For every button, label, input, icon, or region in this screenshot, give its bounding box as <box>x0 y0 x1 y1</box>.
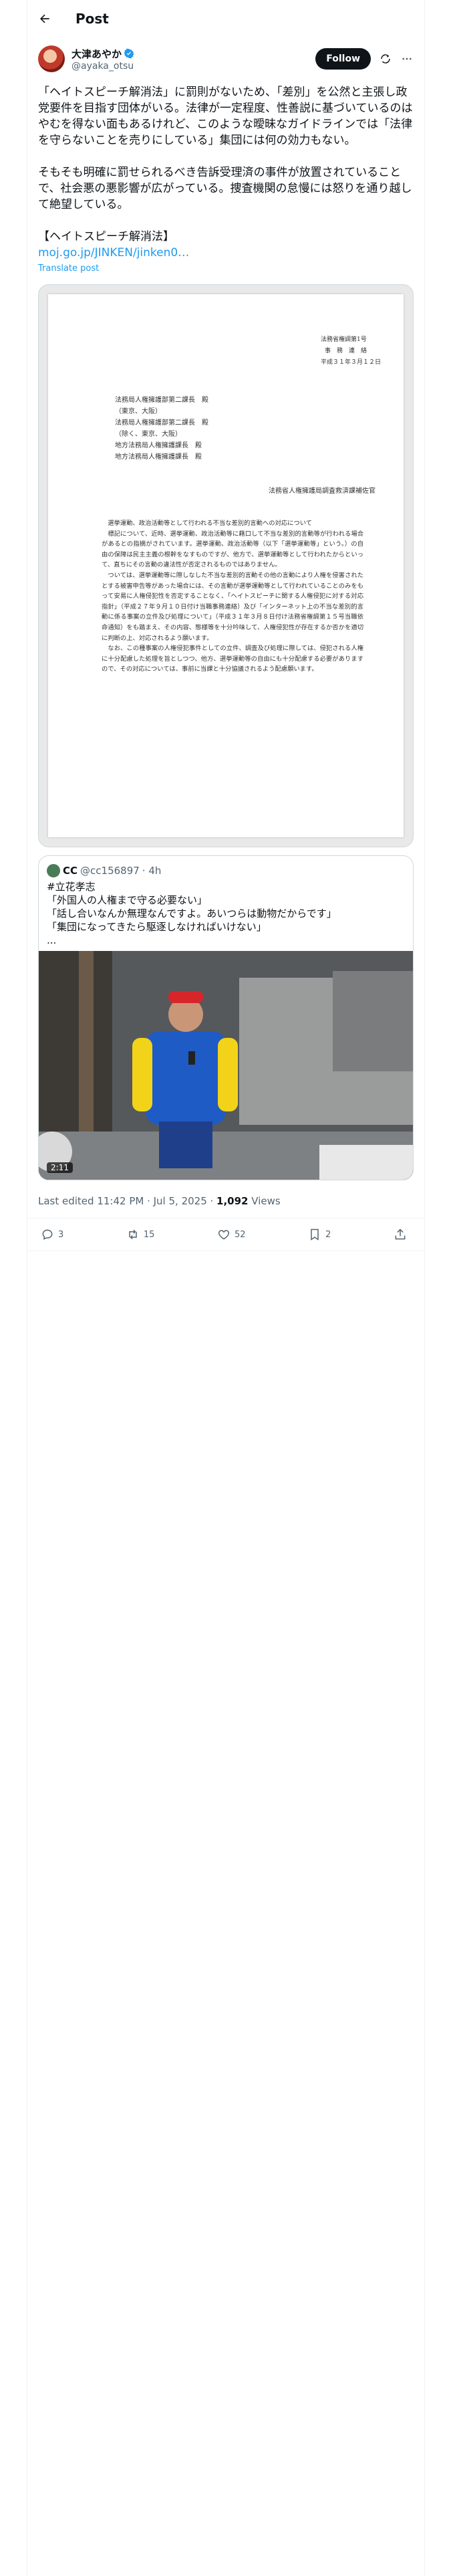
quoted-avatar <box>47 864 60 877</box>
repost-count: 15 <box>143 1229 155 1240</box>
document-number: 法務省権調第1号 <box>320 336 367 343</box>
main-column: Post 大津あやか @ayaka_otsu Follow 「ヘイトスピーチ解消… <box>27 0 425 2576</box>
bookmark-count: 2 <box>325 1229 331 1240</box>
post-text-2: そもそも明確に罰せられるべき告訴受理済の事件が放置されていることで、社会悪の悪影… <box>38 166 412 211</box>
avatar[interactable] <box>38 45 65 72</box>
document-title: 事 務 連 絡 <box>324 348 367 354</box>
repost-icon <box>129 1229 137 1240</box>
post-text-1: 「ヘイトスピーチ解消法」に罰則がないため、「差別」を公然と主張し政党要件を目指す… <box>38 86 413 147</box>
quoted-time: · 4h <box>142 865 162 877</box>
share-icon <box>395 1228 406 1240</box>
quoted-post-header: CC @cc156897 · 4h <box>39 856 413 877</box>
post-meta: Last edited 11:42 PM · Jul 5, 2025 · 1,0… <box>27 1180 424 1218</box>
more-options-icon[interactable] <box>400 52 414 66</box>
verified-badge-icon <box>124 48 134 59</box>
like-count: 52 <box>234 1229 246 1240</box>
quoted-author-name: CC <box>63 865 78 877</box>
video-frame <box>39 951 413 1180</box>
document-recipients: 法務局人権擁護部第二課長 殿 （東京、大阪） 法務局人権擁護部第二課長 殿 （除… <box>115 397 208 461</box>
bookmark-icon <box>311 1228 319 1241</box>
quoted-author-handle: @cc156897 <box>80 865 140 877</box>
back-arrow-icon[interactable] <box>38 12 51 25</box>
video-duration: 2:11 <box>47 1162 73 1173</box>
quoted-post[interactable]: CC @cc156897 · 4h #立花孝志 「外国人の人権まで守る必要ない」… <box>38 855 414 1180</box>
reply-count: 3 <box>58 1229 64 1240</box>
author-names: 大津あやか @ayaka_otsu <box>71 47 315 72</box>
quoted-post-text: #立花孝志 「外国人の人権まで守る必要ない」 「話し合いなんか無理なんですよ。あ… <box>47 881 337 946</box>
document-date: 平成３１年３月１２日 <box>320 359 381 366</box>
views-count: 1,092 <box>216 1195 249 1207</box>
heart-icon <box>218 1230 229 1240</box>
quoted-video[interactable]: 2:11 <box>39 951 413 1180</box>
attached-document-image[interactable]: 法務省権調第1号 事 務 連 絡 平成３１年３月１２日 法務局人権擁護部第二課長… <box>38 284 414 847</box>
like-button[interactable]: 52 <box>217 1228 246 1241</box>
post-link[interactable]: moj.go.jp/JINKEN/jinken0… <box>27 245 424 261</box>
bookmark-button[interactable]: 2 <box>308 1228 331 1241</box>
top-bar: Post <box>27 0 424 37</box>
repost-button[interactable]: 15 <box>126 1228 155 1241</box>
follow-button[interactable]: Follow <box>315 48 371 70</box>
document-header: 法務省権調第1号 事 務 連 絡 平成３１年３月１２日 <box>321 334 381 368</box>
reply-icon <box>42 1229 53 1240</box>
post-text-3: 【ヘイトスピーチ解消法】 <box>38 230 174 243</box>
document-sender: 法務省人権擁護局調査救済課補佐官 <box>269 488 375 495</box>
edited-timestamp[interactable]: Last edited 11:42 PM · Jul 5, 2025 · <box>38 1195 216 1207</box>
document-body: 選挙運動、政治活動等として行われる不当な差別的言動への対応について 標記について… <box>102 520 363 673</box>
author-row: 大津あやか @ayaka_otsu Follow <box>27 37 424 78</box>
author-handle[interactable]: @ayaka_otsu <box>71 61 315 72</box>
grok-icon[interactable] <box>379 52 392 66</box>
views-label: Views <box>248 1195 281 1207</box>
action-bar: 3 15 52 2 <box>27 1218 424 1251</box>
reply-button[interactable]: 3 <box>41 1228 63 1241</box>
translate-post-link[interactable]: Translate post <box>27 261 424 274</box>
author-name[interactable]: 大津あやか <box>71 47 122 61</box>
share-button[interactable] <box>394 1228 411 1241</box>
document-page: 法務省権調第1号 事 務 連 絡 平成３１年３月１２日 法務局人権擁護部第二課長… <box>48 294 404 837</box>
page-title: Post <box>76 11 109 27</box>
